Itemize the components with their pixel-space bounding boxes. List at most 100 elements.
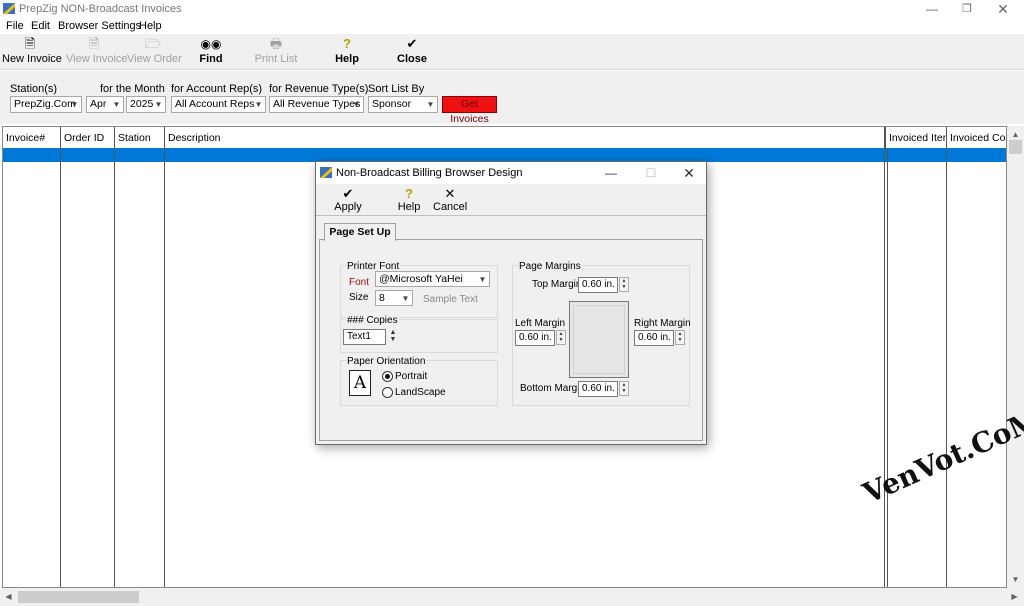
left-margin-spinner[interactable]: ▲ ▼ bbox=[556, 330, 566, 345]
chevron-down-icon: ▼ bbox=[112, 100, 121, 109]
column-header-invoiced-cost[interactable]: Invoiced Cost bbox=[947, 127, 1006, 148]
vertical-scroll-thumb[interactable] bbox=[1009, 140, 1022, 154]
folder-icon: 🗁 bbox=[144, 36, 162, 51]
account-rep-select[interactable]: All Account Reps ▼ bbox=[171, 96, 266, 113]
column-header-invoiced-items[interactable]: Invoiced Items bbox=[885, 127, 947, 148]
print-list-button[interactable]: 🖶 Print List bbox=[254, 36, 298, 68]
restore-button[interactable]: ❐ bbox=[951, 0, 983, 18]
top-margin-label: Top Margin bbox=[532, 279, 582, 290]
column-header-order-id[interactable]: Order ID bbox=[61, 127, 115, 148]
minimize-button[interactable]: — bbox=[916, 0, 948, 18]
size-label: Size bbox=[349, 292, 369, 303]
font-label: Font bbox=[349, 277, 370, 288]
copies-spinner[interactable]: ▲ ▼ bbox=[389, 329, 397, 345]
right-margin-spinner[interactable]: ▲ ▼ bbox=[675, 330, 685, 345]
landscape-label[interactable]: LandScape bbox=[395, 387, 446, 398]
month-select[interactable]: Apr ▼ bbox=[86, 96, 124, 113]
station-label: Station(s) bbox=[10, 83, 58, 95]
printer-icon: 🖶 bbox=[269, 36, 283, 51]
find-button[interactable]: ◉◉ Find bbox=[195, 36, 227, 68]
help-icon: ? bbox=[343, 36, 351, 51]
column-divider bbox=[887, 148, 888, 587]
landscape-radio[interactable] bbox=[382, 387, 393, 398]
column-divider bbox=[884, 148, 885, 587]
app-window: PrepZig NON-Broadcast Invoices — ❐ ✕ Fil… bbox=[0, 0, 1024, 606]
column-header-description[interactable]: Description bbox=[165, 127, 885, 148]
toolbar: 🗎 New Invoice 🗎 View Invoice 🗁 View Orde… bbox=[0, 34, 1024, 70]
scroll-right-icon[interactable]: ▶ bbox=[1006, 588, 1023, 605]
scroll-left-icon[interactable]: ◀ bbox=[0, 588, 17, 605]
right-margin-label: Right Margin bbox=[634, 318, 691, 329]
dialog-minimize-button[interactable]: — bbox=[596, 164, 626, 182]
revenue-type-label: for Revenue Type(s) bbox=[269, 83, 369, 95]
portrait-label[interactable]: Portrait bbox=[395, 371, 427, 382]
view-order-button[interactable]: 🗁 View Order bbox=[127, 36, 182, 68]
column-divider bbox=[114, 148, 115, 587]
station-select[interactable]: PrepZig.Com ▼ bbox=[10, 96, 82, 113]
bottom-margin-field[interactable]: 0.60 in. bbox=[578, 381, 618, 397]
copies-field[interactable]: Text1 bbox=[343, 329, 386, 345]
get-invoices-button[interactable]: Get Invoices bbox=[442, 96, 497, 125]
left-margin-field[interactable]: 0.60 in. bbox=[515, 330, 555, 346]
sort-select[interactable]: Sponsor ▼ bbox=[368, 96, 438, 113]
column-header-invoice[interactable]: Invoice# bbox=[3, 127, 61, 148]
size-select[interactable]: 8 ▼ bbox=[375, 290, 413, 306]
column-divider bbox=[164, 148, 165, 587]
new-document-icon: 🗎 bbox=[24, 36, 36, 51]
sample-text: Sample Text bbox=[423, 294, 478, 305]
help-button[interactable]: ? Help bbox=[332, 36, 362, 68]
chevron-down-icon: ▼ bbox=[70, 100, 79, 109]
horizontal-scroll-thumb[interactable] bbox=[18, 591, 139, 603]
dialog-title-bar: Non-Broadcast Billing Browser Design — ☐… bbox=[316, 162, 706, 184]
chevron-down-icon: ▼ bbox=[401, 294, 410, 303]
column-divider bbox=[946, 148, 947, 587]
apply-button[interactable]: ✔ Apply bbox=[334, 186, 362, 213]
sort-label: Sort List By bbox=[368, 83, 425, 95]
view-invoice-button[interactable]: 🗎 View Invoice bbox=[66, 36, 128, 68]
close-window-button[interactable]: ✕ bbox=[987, 0, 1019, 18]
year-select[interactable]: 2025 ▼ bbox=[126, 96, 166, 113]
checkmark-icon: ✔ bbox=[406, 36, 418, 51]
dialog-close-button[interactable]: ✕ bbox=[674, 164, 704, 182]
cancel-button[interactable]: ✕ Cancel bbox=[433, 186, 467, 213]
bottom-margin-label: Bottom Margin bbox=[520, 383, 586, 394]
chevron-down-icon: ▼ bbox=[254, 100, 263, 109]
browser-design-dialog: Non-Broadcast Billing Browser Design — ☐… bbox=[315, 161, 707, 445]
binoculars-icon: ◉◉ bbox=[200, 37, 222, 51]
close-button[interactable]: ✔ Close bbox=[396, 36, 428, 68]
column-header-station[interactable]: Station bbox=[115, 127, 165, 148]
selected-row[interactable] bbox=[3, 148, 1006, 162]
month-label: for the Month bbox=[100, 83, 165, 95]
scroll-down-icon[interactable]: ▼ bbox=[1007, 571, 1024, 588]
title-bar: PrepZig NON-Broadcast Invoices — ❐ ✕ bbox=[0, 0, 1024, 18]
chevron-down-icon: ▼ bbox=[154, 100, 163, 109]
dialog-maximize-button[interactable]: ☐ bbox=[636, 164, 666, 182]
right-margin-field[interactable]: 0.60 in. bbox=[634, 330, 674, 346]
copies-label: ### Copies bbox=[346, 315, 399, 326]
dialog-title: Non-Broadcast Billing Browser Design bbox=[336, 167, 523, 179]
portrait-radio[interactable] bbox=[382, 371, 393, 382]
tab-page-setup[interactable]: Page Set Up bbox=[324, 223, 396, 241]
top-margin-field[interactable]: 0.60 in. bbox=[578, 277, 618, 293]
portrait-page-icon: A bbox=[349, 370, 371, 396]
app-icon bbox=[3, 3, 15, 14]
filter-panel: Station(s) PrepZig.Com ▼ for the Month A… bbox=[0, 71, 1024, 125]
page-preview bbox=[569, 301, 629, 378]
window-title: PrepZig NON-Broadcast Invoices bbox=[19, 3, 182, 15]
vertical-scrollbar[interactable]: ▲ ▼ bbox=[1007, 126, 1024, 588]
bottom-margin-spinner[interactable]: ▲ ▼ bbox=[619, 381, 629, 396]
chevron-down-icon: ▼ bbox=[478, 275, 487, 284]
dialog-help-button[interactable]: ? Help bbox=[396, 186, 422, 213]
cross-icon: ✕ bbox=[444, 186, 456, 201]
menu-edit[interactable]: Edit bbox=[31, 20, 50, 32]
menu-bar: File Edit Browser Settings Help bbox=[0, 18, 1024, 34]
top-margin-spinner[interactable]: ▲ ▼ bbox=[619, 277, 629, 292]
menu-file[interactable]: File bbox=[6, 20, 24, 32]
new-invoice-button[interactable]: 🗎 New Invoice bbox=[2, 36, 62, 68]
font-select[interactable]: @Microsoft YaHei ▼ bbox=[375, 271, 490, 287]
revenue-type-select[interactable]: All Revenue Types ▼ bbox=[269, 96, 364, 113]
page-margins-label: Page Margins bbox=[518, 261, 582, 272]
horizontal-scrollbar[interactable]: ◀ ▶ bbox=[0, 588, 1024, 606]
menu-help[interactable]: Help bbox=[139, 20, 162, 32]
menu-browser-settings[interactable]: Browser Settings bbox=[58, 20, 141, 32]
